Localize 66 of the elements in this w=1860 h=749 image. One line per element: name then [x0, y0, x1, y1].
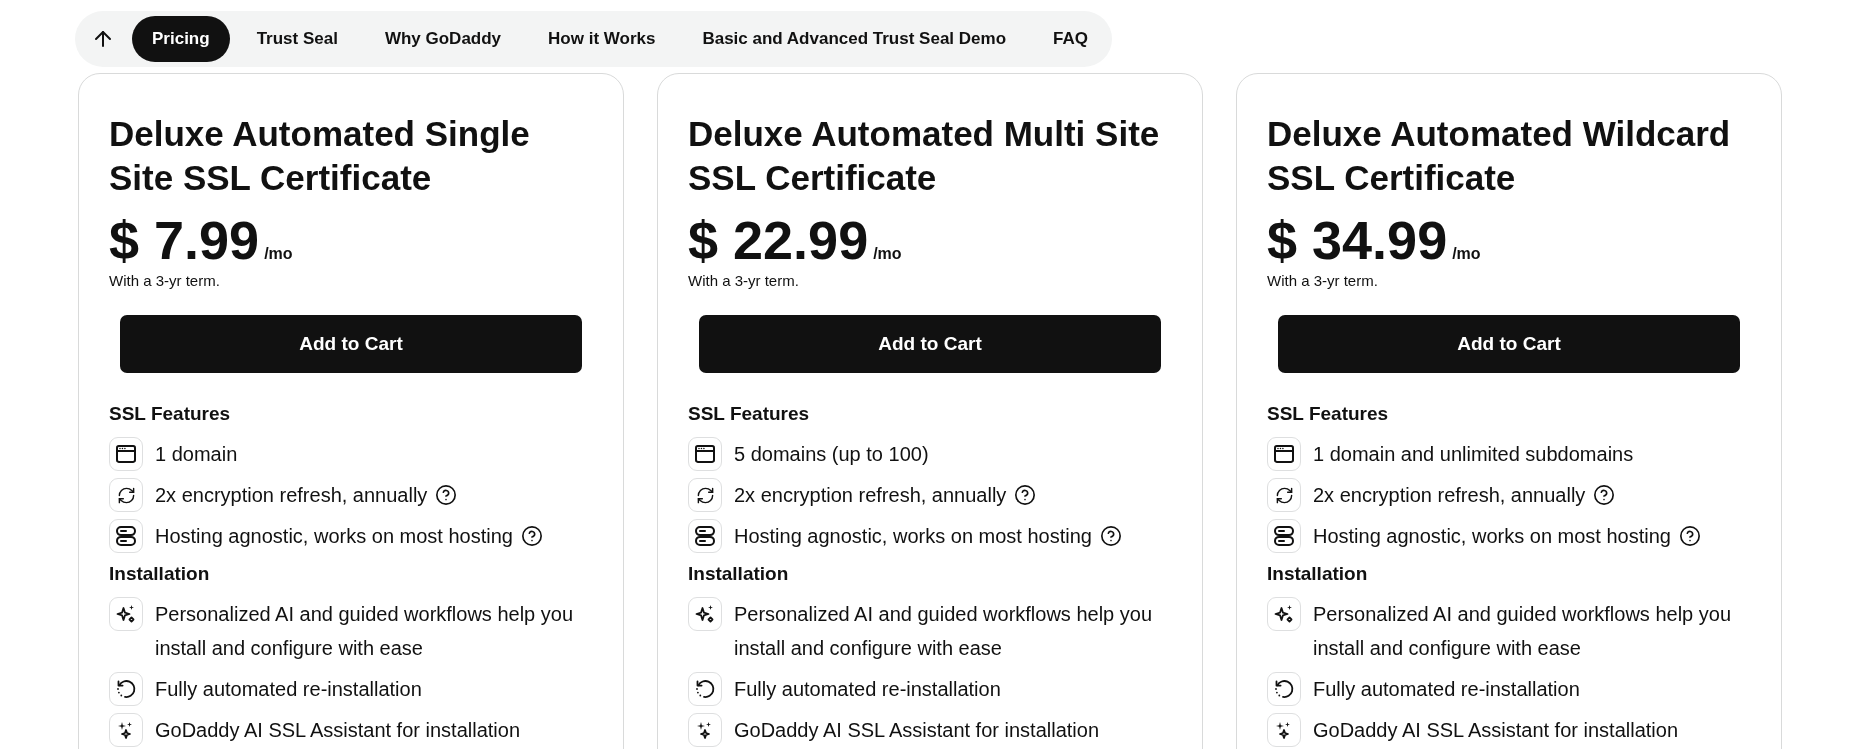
nav-tab[interactable]: How it Works	[528, 16, 676, 62]
feature-text: Personalized AI and guided workflows help you install and configure with ease	[155, 602, 575, 661]
help-icon[interactable]	[1099, 525, 1122, 547]
price-amount: $ 22.99	[688, 211, 869, 269]
feature-text: Hosting agnostic, works on most hosting	[155, 524, 513, 549]
feature-text: 2x encryption refresh, annually	[155, 483, 428, 508]
help-icon[interactable]	[435, 484, 458, 506]
section-heading: Installation	[109, 562, 211, 586]
nav-tab[interactable]: Basic and Advanced Trust Seal Demo	[682, 16, 1027, 62]
nav-tab[interactable]: Why GoDaddy	[364, 16, 522, 62]
help-icon[interactable]	[1014, 484, 1037, 506]
feature-text: 1 domain	[155, 442, 238, 467]
feature-text: Personalized AI and guided workflows help you install and configure with ease	[1313, 602, 1733, 661]
plan-title: Deluxe Automated Wildcard SSL Certificate	[1267, 113, 1732, 199]
add-to-cart-button[interactable]: Add to Cart	[699, 315, 1161, 373]
price-period: /mo	[873, 245, 902, 263]
section-heading: SSL Features	[109, 402, 232, 426]
term-note: With a 3-yr term.	[1267, 272, 1379, 290]
feature-text: Personalized AI and guided workflows help you install and configure with ease	[734, 602, 1154, 661]
feature-text: Hosting agnostic, works on most hosting	[1313, 524, 1671, 549]
nav-tab[interactable]: Trust Seal	[236, 16, 358, 62]
rotate-left-icon	[1267, 672, 1301, 706]
price-amount: $ 7.99	[109, 211, 260, 269]
feature-text: Fully automated re-installation	[155, 677, 422, 702]
feature-text: GoDaddy AI SSL Assistant for installation	[155, 718, 520, 743]
feature-text: 1 domain and unlimited subdomains	[1313, 442, 1634, 467]
refresh-icon	[688, 478, 722, 512]
feature-text: Fully automated re-installation	[1313, 677, 1580, 702]
plan-title: Deluxe Automated Multi Site SSL Certificate	[688, 113, 1161, 199]
section-heading: SSL Features	[688, 402, 811, 426]
feature-text: GoDaddy AI SSL Assistant for installation	[734, 718, 1099, 743]
sparkle-icon	[688, 597, 722, 631]
browser-window-icon	[109, 437, 143, 471]
price-period: /mo	[264, 245, 293, 263]
refresh-icon	[1267, 478, 1301, 512]
sparkle-icon	[1267, 597, 1301, 631]
feature-text: GoDaddy AI SSL Assistant for installation	[1313, 718, 1678, 743]
section-heading: Installation	[1267, 562, 1369, 586]
feature-text: Fully automated re-installation	[734, 677, 1001, 702]
term-note: With a 3-yr term.	[109, 272, 221, 290]
feature-text: 2x encryption refresh, annually	[734, 483, 1007, 508]
feature-text: Hosting agnostic, works on most hosting	[734, 524, 1092, 549]
browser-window-icon	[688, 437, 722, 471]
term-note: With a 3-yr term.	[688, 272, 800, 290]
add-to-cart-button[interactable]: Add to Cart	[120, 315, 582, 373]
feature-text: 2x encryption refresh, annually	[1313, 483, 1586, 508]
browser-window-icon	[1267, 437, 1301, 471]
section-heading: SSL Features	[1267, 402, 1390, 426]
server-icon	[688, 519, 722, 553]
price-period: /mo	[1452, 245, 1481, 263]
sparkle-icon	[109, 597, 143, 631]
help-icon[interactable]	[520, 525, 543, 547]
nav-tab[interactable]: Pricing	[132, 16, 230, 62]
help-icon[interactable]	[1678, 525, 1701, 547]
add-to-cart-button[interactable]: Add to Cart	[1278, 315, 1740, 373]
price-amount: $ 34.99	[1267, 211, 1448, 269]
plan-title: Deluxe Automated Single Site SSL Certificate	[109, 113, 531, 199]
section-heading: Installation	[688, 562, 790, 586]
rotate-left-icon	[688, 672, 722, 706]
nav-tab[interactable]: FAQ	[1033, 16, 1108, 62]
refresh-icon	[109, 478, 143, 512]
server-icon	[1267, 519, 1301, 553]
help-icon[interactable]	[1593, 484, 1616, 506]
feature-text: 5 domains (up to 100)	[734, 442, 929, 467]
server-icon	[109, 519, 143, 553]
rotate-left-icon	[109, 672, 143, 706]
